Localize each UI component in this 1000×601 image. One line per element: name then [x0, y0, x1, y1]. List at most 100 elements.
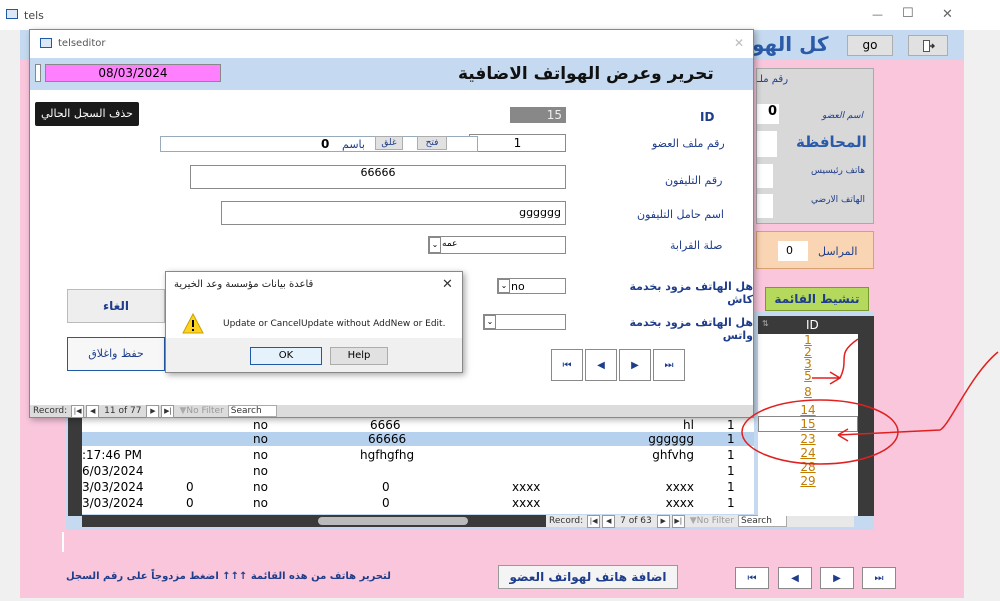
- cell-date: 3/03/2024: [82, 480, 144, 494]
- maximize-button[interactable]: ☐: [902, 6, 914, 21]
- cash-select[interactable]: ⌄ no: [497, 278, 566, 294]
- last-record-icon[interactable]: ▶|: [671, 514, 685, 528]
- cell-col7: 1: [727, 496, 735, 510]
- main-phone-label: هاتف رئيسيس: [811, 166, 865, 176]
- relation-select[interactable]: ⌄ عمه: [428, 236, 566, 254]
- cell-col7: 1: [727, 432, 735, 446]
- first-icon: ⏮: [562, 359, 572, 371]
- main-last-button[interactable]: ⏭: [862, 567, 896, 589]
- close-button[interactable]: ✕: [942, 7, 953, 22]
- cancel-button[interactable]: الغاء: [67, 289, 165, 323]
- cell-col3: no: [253, 448, 268, 462]
- filter-icon: ▼: [179, 406, 187, 416]
- go-button[interactable]: go: [847, 35, 893, 56]
- message-box: قاعدة بيانات مؤسسة وعد الخيرية ✕ Update …: [165, 271, 463, 373]
- main-first-button[interactable]: ⏮: [735, 567, 769, 589]
- main-prev-button[interactable]: ◀: [778, 567, 812, 589]
- close-icon[interactable]: ✕: [442, 277, 453, 292]
- dialog-close-icon[interactable]: ✕: [734, 36, 744, 50]
- next-record-icon[interactable]: ▶: [656, 514, 670, 528]
- refresh-list-button[interactable]: تنشيط القائمة: [765, 287, 869, 311]
- close-small-button[interactable]: غلق: [375, 136, 403, 150]
- cell-col4: 0: [382, 480, 390, 494]
- open-button[interactable]: فتح: [417, 136, 447, 150]
- search-field[interactable]: Search: [738, 515, 787, 527]
- first-record-icon[interactable]: |◀: [71, 404, 85, 418]
- member-file-field[interactable]: 1: [469, 134, 566, 152]
- last-icon: ⏭: [664, 359, 674, 371]
- window-title: tels: [24, 9, 44, 22]
- search-field[interactable]: Search: [227, 405, 277, 417]
- id-link[interactable]: 29: [758, 474, 858, 488]
- table-row[interactable]: 3/03/2024 0 no 0 xxxx xxxx 1: [82, 480, 754, 494]
- main-form-title: كل الهو: [752, 32, 829, 56]
- cell-col4: 6666: [370, 418, 401, 432]
- dialog-last-button[interactable]: ⏭: [653, 349, 685, 381]
- delete-record-button[interactable]: حذف السجل الحالي: [35, 102, 139, 126]
- grid-horizontal-scrollbar[interactable]: [82, 515, 546, 527]
- name-value: 0: [321, 137, 330, 151]
- relation-label: صلة القرابة: [670, 239, 723, 252]
- message-box-titlebar: قاعدة بيانات مؤسسة وعد الخيرية ✕: [166, 272, 462, 298]
- date-value: 08/03/2024: [98, 66, 168, 80]
- next-icon: ▶: [833, 572, 841, 584]
- phone-value: 66666: [360, 166, 396, 179]
- cell-col5: xxxx: [512, 496, 541, 510]
- cell-col3: no: [253, 496, 268, 510]
- hint-text: لتحرير هاتف من هذه القائمة ↑↑↑ اضغط مزدو…: [66, 571, 391, 582]
- annotation-arrow-lower: [837, 351, 999, 442]
- red-annotations: [741, 338, 999, 465]
- main-phone-field[interactable]: [757, 164, 773, 188]
- annotation-circle: [741, 399, 899, 465]
- dialog-side-marker: [35, 64, 41, 82]
- relation-value: عمه: [442, 239, 458, 249]
- table-row-selected[interactable]: no 66666 gggggg 1: [82, 432, 754, 446]
- member-name-text: 0: [767, 104, 777, 119]
- phone-field[interactable]: 66666: [190, 165, 566, 189]
- phone-label: رقم التليفون: [665, 174, 723, 187]
- dialog-prev-button[interactable]: ◀: [585, 349, 617, 381]
- add-phone-button[interactable]: اضافة هاتف لهواتف العضو: [498, 565, 678, 589]
- table-row[interactable]: 6/03/2024 no 1: [82, 464, 754, 478]
- dialog-title: telseditor: [58, 38, 106, 49]
- help-button[interactable]: Help: [330, 347, 388, 365]
- cell-col3: no: [253, 480, 268, 494]
- prev-record-icon[interactable]: ◀: [602, 514, 616, 528]
- last-record-icon[interactable]: ▶|: [161, 404, 175, 418]
- holder-value: gggggg: [519, 206, 561, 219]
- ok-button[interactable]: OK: [250, 347, 322, 365]
- table-row[interactable]: no 6666 hl 1: [82, 418, 754, 432]
- grid-record-bar: Record: |◀ ◀ 7 of 63 ▶ ▶| ▼ No Filter Se…: [546, 514, 854, 528]
- dialog-first-button[interactable]: ⏮: [551, 349, 583, 381]
- governorate-field[interactable]: [757, 131, 777, 157]
- dialog-next-button[interactable]: ▶: [619, 349, 651, 381]
- table-row[interactable]: 3/03/2024 0 no 0 xxxx xxxx 1: [82, 496, 754, 510]
- correspondent-label: المراسل: [818, 245, 858, 258]
- dialog-record-bar: Record: |◀ ◀ 11 of 77 ▶ ▶| ▼ No Filter S…: [30, 404, 753, 418]
- minimize-button[interactable]: —: [872, 8, 883, 21]
- whatsapp-label: هل الهاتف مزود بخدمة واتس: [629, 316, 754, 342]
- first-record-icon[interactable]: |◀: [587, 514, 601, 528]
- save-close-button[interactable]: حفظ واغلاق: [67, 337, 165, 371]
- holder-field[interactable]: gggggg: [221, 201, 566, 225]
- next-icon: ▶: [631, 359, 639, 371]
- next-record-icon[interactable]: ▶: [146, 404, 160, 418]
- message-text: Update or CancelUpdate without AddNew or…: [223, 319, 446, 329]
- correspondent-field[interactable]: 0: [778, 241, 808, 261]
- exit-door-icon[interactable]: [908, 35, 948, 56]
- no-filter-label: No Filter: [186, 406, 224, 416]
- scrollbar-thumb[interactable]: [318, 517, 468, 525]
- cell-date: :17:46 PM: [82, 448, 143, 462]
- form-icon: [6, 9, 18, 19]
- landline-field[interactable]: [757, 194, 773, 218]
- cell-col4: hgfhgfhg: [360, 448, 415, 462]
- main-next-button[interactable]: ▶: [820, 567, 854, 589]
- cell-col3: no: [253, 418, 268, 432]
- cell-date: 3/03/2024: [82, 496, 144, 510]
- message-box-title: قاعدة بيانات مؤسسة وعد الخيرية: [174, 279, 314, 290]
- prev-record-icon[interactable]: ◀: [86, 404, 100, 418]
- sort-icon: ⇅: [762, 319, 769, 328]
- whatsapp-select[interactable]: ⌄: [483, 314, 566, 330]
- table-row[interactable]: :17:46 PM no hgfhgfhg ghfvhg 1: [82, 448, 754, 462]
- landline-label: الهاتف الارضي: [811, 195, 865, 205]
